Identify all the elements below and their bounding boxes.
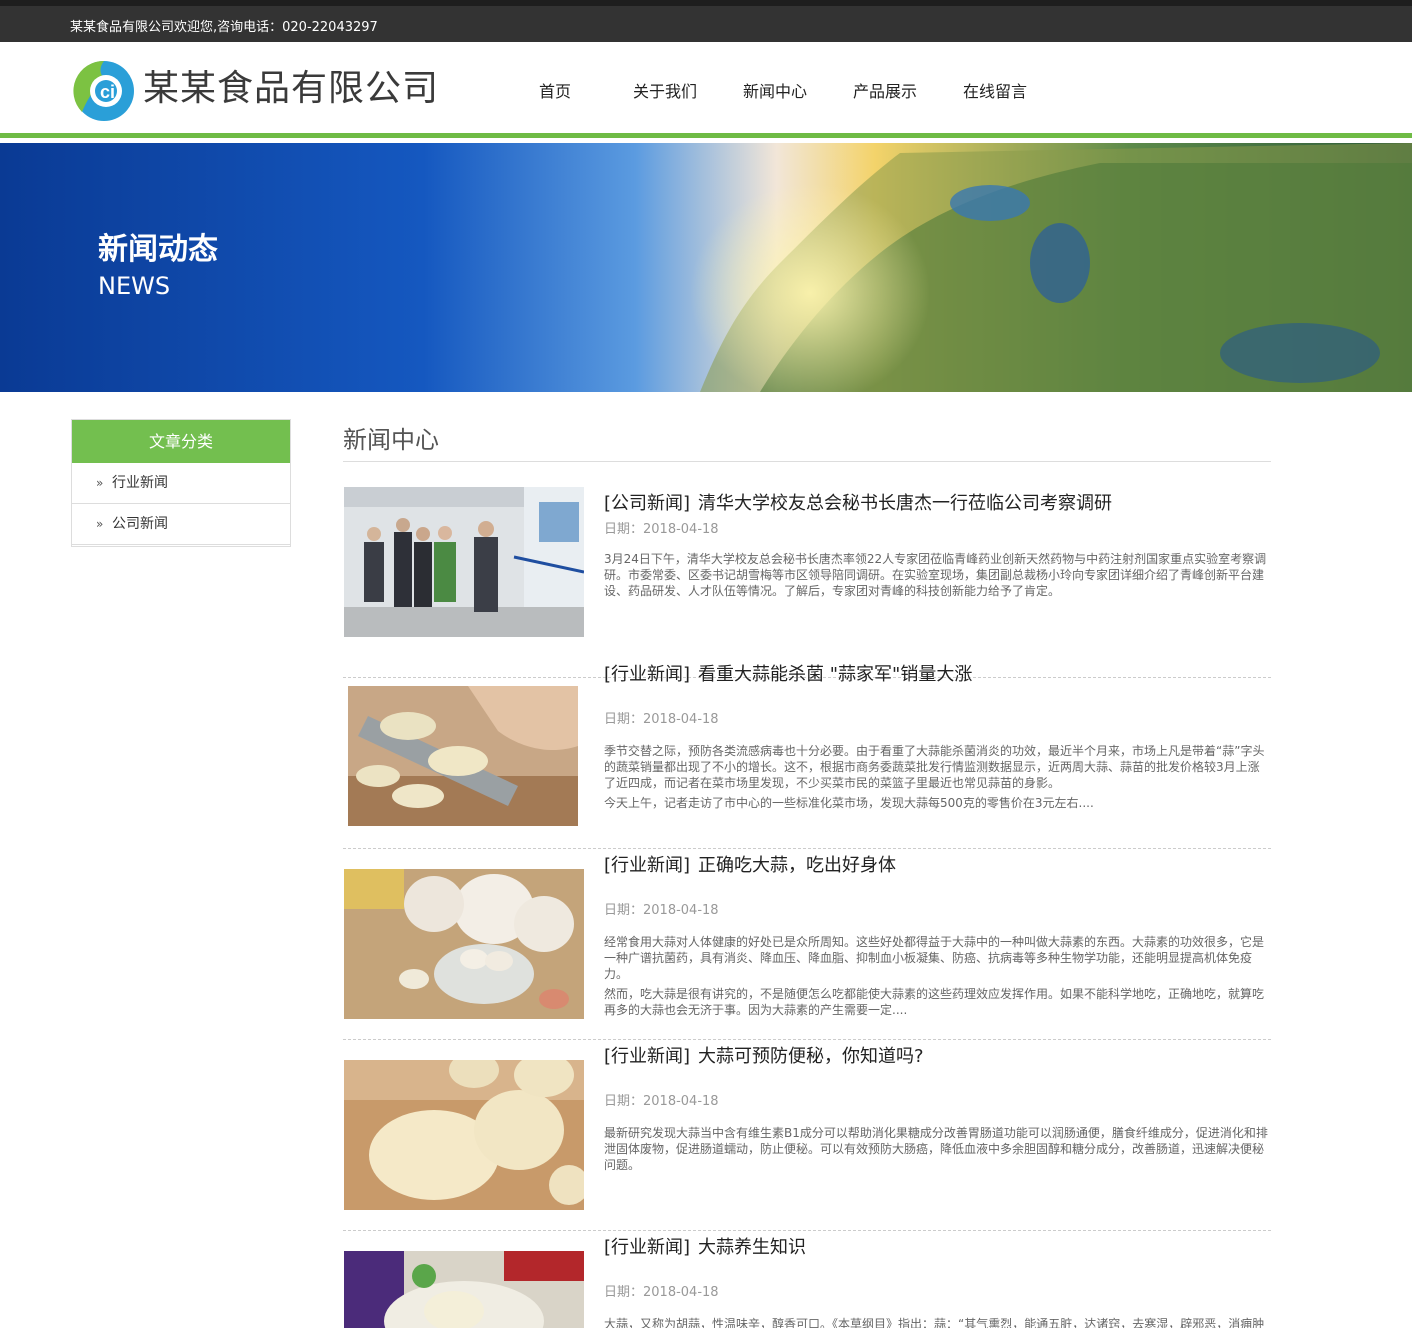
sidebar-heading: 文章分类: [72, 420, 290, 463]
article-title[interactable]: [行业新闻] 看重大蒜能杀菌 "蒜家军"销量大涨: [604, 662, 1264, 688]
double-chevron-icon: »: [96, 517, 104, 531]
article-summary: 季节交替之际，预防各类流感病毒也十分必要。由于看重了大蒜能杀菌消炎的功效，最近半…: [604, 743, 1269, 815]
news-item: [行业新闻] 看重大蒜能杀菌 "蒜家军"销量大涨 日期：2018-04-18 季节…: [343, 658, 1271, 849]
page-title: 新闻中心: [343, 426, 439, 454]
top-bar: 某某食品有限公司欢迎您,咨询电话：020-22043297: [0, 0, 1412, 42]
article-date: 日期：2018-04-18: [604, 712, 719, 727]
article-paragraph: 最新研究发现大蒜当中含有维生素B1成分可以帮助消化果糖成分改善胃肠道功能可以润肠…: [604, 1126, 1268, 1172]
article-paragraph: 大蒜，又称为胡蒜，性温味辛，醇香可口。《本草纲目》指出：蒜：“其气熏烈，能通五脏…: [604, 1317, 1265, 1328]
article-date: 日期：2018-04-18: [604, 522, 719, 537]
nav-products[interactable]: 产品展示: [835, 78, 935, 106]
article-title[interactable]: [行业新闻] 大蒜养生知识: [604, 1235, 1264, 1261]
article-paragraph: 今天上午，记者走访了市中心的一些标准化菜市场，发现大蒜每500克的零售价在3元左…: [604, 796, 1094, 810]
site-header: ci 某某食品有限公司 首页 关于我们 新闻中心 产品展示 在线留言: [0, 42, 1412, 138]
article-title[interactable]: [行业新闻] 大蒜可预防便秘，你知道吗?: [604, 1044, 1264, 1070]
nav-about[interactable]: 关于我们: [615, 78, 715, 106]
article-date: 日期：2018-04-18: [604, 1285, 719, 1300]
news-item: [行业新闻] 正确吃大蒜，吃出好身体 日期：2018-04-18 经常食用大蒜对人…: [343, 849, 1271, 1040]
article-summary: 经常食用大蒜对人体健康的好处已是众所周知。这些好处都得益于大蒜中的一种叫做大蒜素…: [604, 934, 1269, 1022]
nav-message[interactable]: 在线留言: [945, 78, 1045, 106]
banner-title: 新闻动态: [98, 232, 218, 267]
article-paragraph: 3月24日下午，清华大学校友总会秘书长唐杰率领22人专家团莅临青峰药业创新天然药…: [604, 552, 1267, 598]
news-item: [行业新闻] 大蒜养生知识 日期：2018-04-18 大蒜，又称为胡蒜，性温味辛…: [343, 1231, 1271, 1328]
category-sidebar: 文章分类 » 行业新闻 » 公司新闻: [71, 419, 291, 547]
article-title[interactable]: [行业新闻] 正确吃大蒜，吃出好身体: [604, 853, 1264, 879]
article-title-text[interactable]: 大蒜养生知识: [698, 1237, 806, 1258]
news-banner: 新闻动态 NEWS: [0, 143, 1412, 392]
article-date: 日期：2018-04-18: [604, 1094, 719, 1109]
nav-home[interactable]: 首页: [505, 78, 605, 106]
article-summary: 大蒜，又称为胡蒜，性温味辛，醇香可口。《本草纲目》指出：蒜：“其气熏烈，能通五脏…: [604, 1316, 1269, 1328]
article-paragraph: 然而，吃大蒜是很有讲究的，不是随便怎么吃都能使大蒜素的这些药理效应发挥作用。如果…: [604, 987, 1265, 1017]
article-category[interactable]: [行业新闻]: [604, 855, 690, 876]
nav-news[interactable]: 新闻中心: [725, 78, 825, 106]
company-logo-icon[interactable]: ci: [72, 58, 136, 122]
title-divider: [343, 461, 1271, 462]
article-title[interactable]: [公司新闻] 清华大学校友总会秘书长唐杰一行莅临公司考察调研: [604, 491, 1264, 517]
article-thumbnail-garlic-knife[interactable]: [348, 686, 578, 826]
article-summary: 3月24日下午，清华大学校友总会秘书长唐杰率领22人专家团莅临青峰药业创新天然药…: [604, 551, 1269, 603]
article-paragraph: 季节交替之际，预防各类流感病毒也十分必要。由于看重了大蒜能杀菌消炎的功效，最近半…: [604, 744, 1265, 790]
banner-subtitle: NEWS: [98, 272, 171, 300]
company-name: 某某食品有限公司: [143, 68, 440, 109]
sidebar-item-label: 公司新闻: [112, 516, 168, 532]
sidebar-item-company-news[interactable]: » 公司新闻: [72, 504, 290, 545]
article-category[interactable]: [行业新闻]: [604, 1046, 690, 1067]
svg-text:ci: ci: [100, 82, 115, 102]
article-title-text[interactable]: 正确吃大蒜，吃出好身体: [698, 855, 896, 876]
article-category[interactable]: [行业新闻]: [604, 664, 690, 685]
article-title-text[interactable]: 看重大蒜能杀菌 "蒜家军"销量大涨: [698, 664, 972, 685]
sidebar-item-label: 行业新闻: [112, 475, 168, 491]
news-item: [行业新闻] 大蒜可预防便秘，你知道吗? 日期：2018-04-18 最新研究发现…: [343, 1040, 1271, 1231]
article-title-text[interactable]: 大蒜可预防便秘，你知道吗?: [698, 1046, 924, 1067]
article-paragraph: 经常食用大蒜对人体健康的好处已是众所周知。这些好处都得益于大蒜中的一种叫做大蒜素…: [604, 935, 1265, 981]
article-category[interactable]: [行业新闻]: [604, 1237, 690, 1258]
sidebar-item-industry-news[interactable]: » 行业新闻: [72, 463, 290, 504]
article-thumbnail-visit[interactable]: [344, 487, 584, 637]
article-thumbnail-garlic-bowl[interactable]: [344, 869, 584, 1019]
article-title-text[interactable]: 清华大学校友总会秘书长唐杰一行莅临公司考察调研: [698, 493, 1112, 514]
article-thumbnail-garlic-cloves[interactable]: [344, 1060, 584, 1210]
article-category[interactable]: [公司新闻]: [604, 493, 690, 514]
article-summary: 最新研究发现大蒜当中含有维生素B1成分可以帮助消化果糖成分改善胃肠道功能可以润肠…: [604, 1125, 1269, 1177]
article-date: 日期：2018-04-18: [604, 903, 719, 918]
news-item: [公司新闻] 清华大学校友总会秘书长唐杰一行莅临公司考察调研 日期：2018-04…: [343, 487, 1271, 678]
welcome-text: 某某食品有限公司欢迎您,咨询电话：020-22043297: [70, 20, 378, 35]
article-thumbnail-garlic-dish[interactable]: [344, 1251, 584, 1328]
double-chevron-icon: »: [96, 476, 104, 490]
